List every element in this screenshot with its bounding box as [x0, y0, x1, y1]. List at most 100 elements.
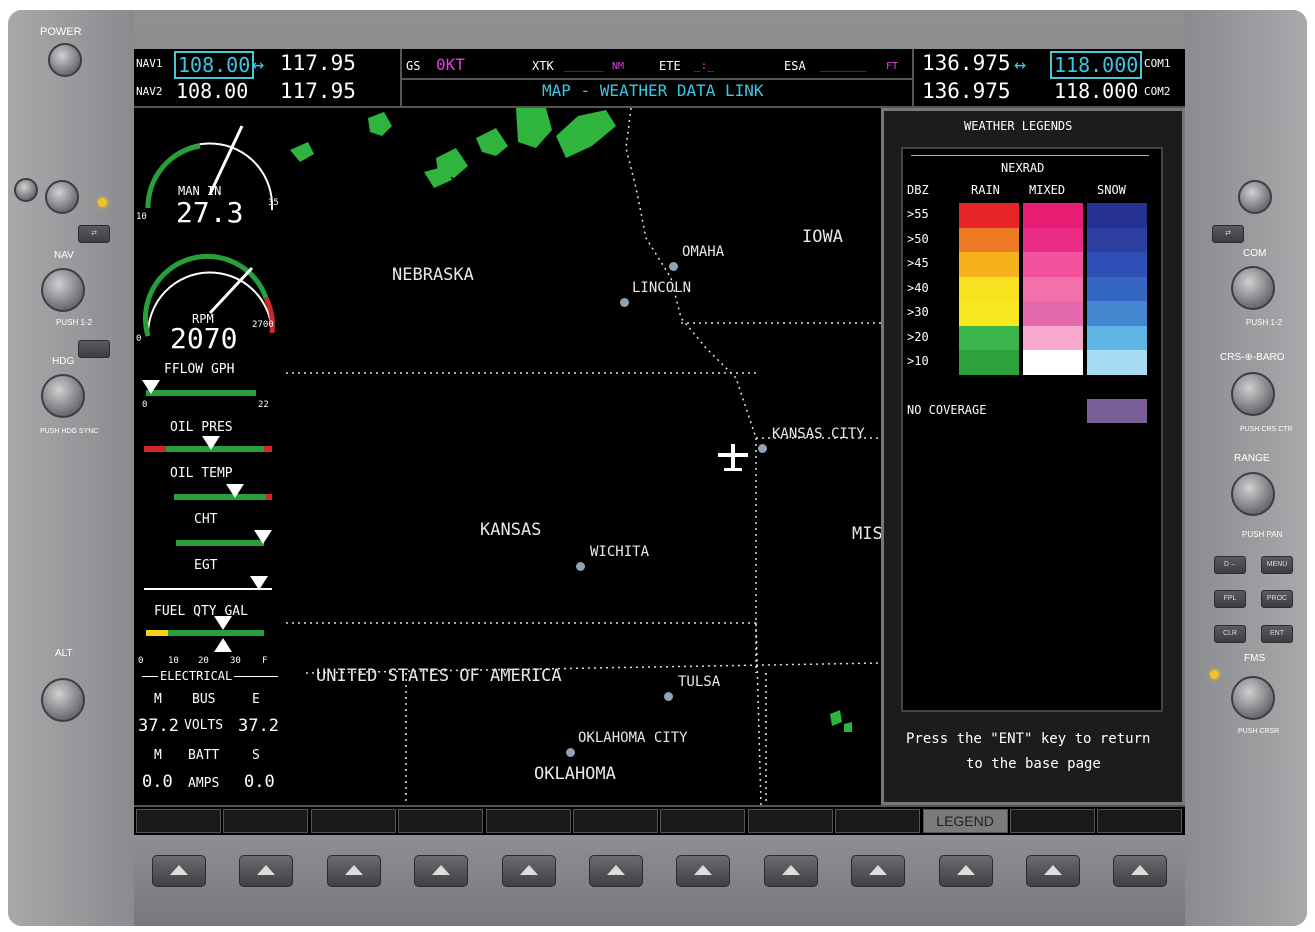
esa-value: _______	[820, 59, 867, 72]
softkey-button[interactable]	[851, 855, 906, 887]
fflow-green-arc	[146, 390, 256, 396]
softkey-button[interactable]	[676, 855, 731, 887]
nav2-standby-freq[interactable]: 117.95	[280, 79, 356, 103]
navigation-map[interactable]: NEBRASKA IOWA KANSAS MIS OKLAHOMA UNITED…	[286, 108, 881, 805]
alt-knob[interactable]	[41, 678, 85, 722]
softkey-blank[interactable]	[835, 809, 921, 833]
proc-button[interactable]: PROC	[1261, 590, 1293, 608]
softkey-button[interactable]	[763, 855, 818, 887]
hdg-knob[interactable]	[41, 374, 85, 418]
softkey-blank[interactable]	[1010, 809, 1095, 833]
rain-swatch	[959, 301, 1019, 326]
com-tune-knob[interactable]	[1231, 266, 1275, 310]
menu-button[interactable]: MENU	[1261, 556, 1293, 574]
up-arrow-icon	[869, 865, 888, 875]
softkey-blank[interactable]	[310, 809, 396, 833]
rpm-min-tick: 0	[136, 334, 142, 344]
city-marker-wichita[interactable]	[576, 562, 585, 571]
softkey-button[interactable]	[1026, 855, 1080, 887]
state-label-kansas: KANSAS	[480, 520, 542, 540]
softkey-blank[interactable]	[747, 809, 833, 833]
oil-pres-red-high	[264, 446, 272, 452]
dbz-row-label: >10	[907, 354, 929, 368]
softkey-blank[interactable]	[136, 809, 221, 833]
com2-standby-freq[interactable]: 136.975	[922, 79, 1011, 103]
city-marker-lincoln[interactable]	[620, 298, 629, 307]
city-marker-kansas-city[interactable]	[758, 444, 767, 453]
state-label-nebraska: NEBRASKA	[392, 265, 474, 285]
xtk-unit: NM	[612, 61, 625, 72]
amps-main-value: 0.0	[142, 772, 173, 792]
nav-id-button[interactable]	[14, 178, 38, 202]
softkey-blank[interactable]	[398, 809, 484, 833]
softkey-blank[interactable]	[660, 809, 746, 833]
power-knob[interactable]	[48, 43, 82, 77]
nav1-active-freq[interactable]: 108.00	[174, 51, 255, 79]
top-status-bar: NAV1 108.00 ↔ 117.95 NAV2 108.00 117.95 …	[134, 49, 1185, 108]
direct-to-button[interactable]: D→	[1214, 556, 1246, 574]
fuel-left-pointer	[214, 616, 232, 630]
softkey-button[interactable]	[1113, 855, 1168, 887]
snow-swatch	[1087, 252, 1147, 277]
hdg-push-label: PUSH HDG SYNC	[40, 428, 99, 435]
softkey-button[interactable]	[501, 855, 556, 887]
ent-button[interactable]: ENT	[1261, 625, 1293, 643]
softkey-blank[interactable]	[485, 809, 571, 833]
rain-swatch	[959, 203, 1019, 228]
dbz-row-label: >20	[907, 329, 929, 344]
fms-label: FMS	[1244, 653, 1266, 664]
nav-flip-button[interactable]: ⇄	[78, 225, 110, 243]
com-flip-button[interactable]: ⇄	[1212, 225, 1244, 243]
range-label: RANGE	[1234, 453, 1270, 464]
city-marker-omaha[interactable]	[669, 262, 678, 271]
softkey-blank[interactable]	[573, 809, 658, 833]
softkey-legend[interactable]: LEGEND	[922, 809, 1008, 833]
softkey-button[interactable]	[152, 855, 206, 887]
range-joystick[interactable]	[1231, 472, 1275, 516]
nav-tune-knob[interactable]	[41, 268, 85, 312]
softkey-blank[interactable]	[223, 809, 309, 833]
softkey-blank[interactable]	[1097, 809, 1183, 833]
bus-m-label: M	[154, 692, 162, 707]
map-boundaries	[286, 108, 881, 805]
softkey-button[interactable]	[589, 855, 643, 887]
clr-button[interactable]: CLR	[1214, 625, 1246, 643]
amps-label: AMPS	[188, 776, 220, 791]
nav-volume-knob[interactable]	[45, 180, 79, 214]
com-push-label: PUSH 1-2	[1246, 318, 1283, 327]
fuel-tick-20: 20	[198, 656, 209, 666]
nav2-active-freq[interactable]: 108.00	[176, 79, 248, 103]
oil-pres-pointer	[202, 436, 220, 450]
up-arrow-icon	[170, 865, 188, 875]
com-volume-knob[interactable]	[1238, 180, 1272, 214]
com1-swap-icon: ↔	[1014, 52, 1027, 76]
mixed-swatch	[1023, 227, 1083, 253]
softkey-button[interactable]	[414, 855, 469, 887]
mixed-swatch	[1023, 203, 1083, 228]
nav1-standby-freq[interactable]: 117.95	[280, 51, 356, 75]
softkey-button[interactable]	[938, 855, 993, 887]
city-marker-oklahoma-city[interactable]	[566, 748, 575, 757]
fms-knob[interactable]	[1231, 676, 1275, 720]
up-arrow-icon	[519, 865, 538, 875]
fuel-tick-0: 0	[138, 656, 144, 666]
com2-active-freq[interactable]: 118.000	[1054, 79, 1138, 103]
fpl-button[interactable]: FPL	[1214, 590, 1246, 608]
divider	[402, 78, 912, 80]
xtk-value: ______	[564, 59, 604, 72]
city-marker-tulsa[interactable]	[664, 692, 673, 701]
rain-swatch	[959, 252, 1019, 277]
softkey-button[interactable]	[239, 855, 294, 887]
fflow-label: FFLOW GPH	[164, 362, 235, 377]
crs-baro-knob[interactable]	[1231, 372, 1275, 416]
softkey-button[interactable]	[326, 855, 381, 887]
legend-divider	[911, 155, 1149, 156]
fuel-green-arc	[168, 630, 264, 636]
com1-active-freq[interactable]: 118.000	[1050, 51, 1143, 79]
rpm-value: 2070	[170, 322, 238, 355]
com1-standby-freq[interactable]: 136.975	[922, 51, 1011, 75]
fuel-qty-label: FUEL QTY GAL	[154, 604, 248, 619]
city-label-tulsa: TULSA	[678, 674, 721, 690]
nav-aux-button[interactable]	[78, 340, 110, 358]
alt-label: ALT	[55, 648, 73, 659]
